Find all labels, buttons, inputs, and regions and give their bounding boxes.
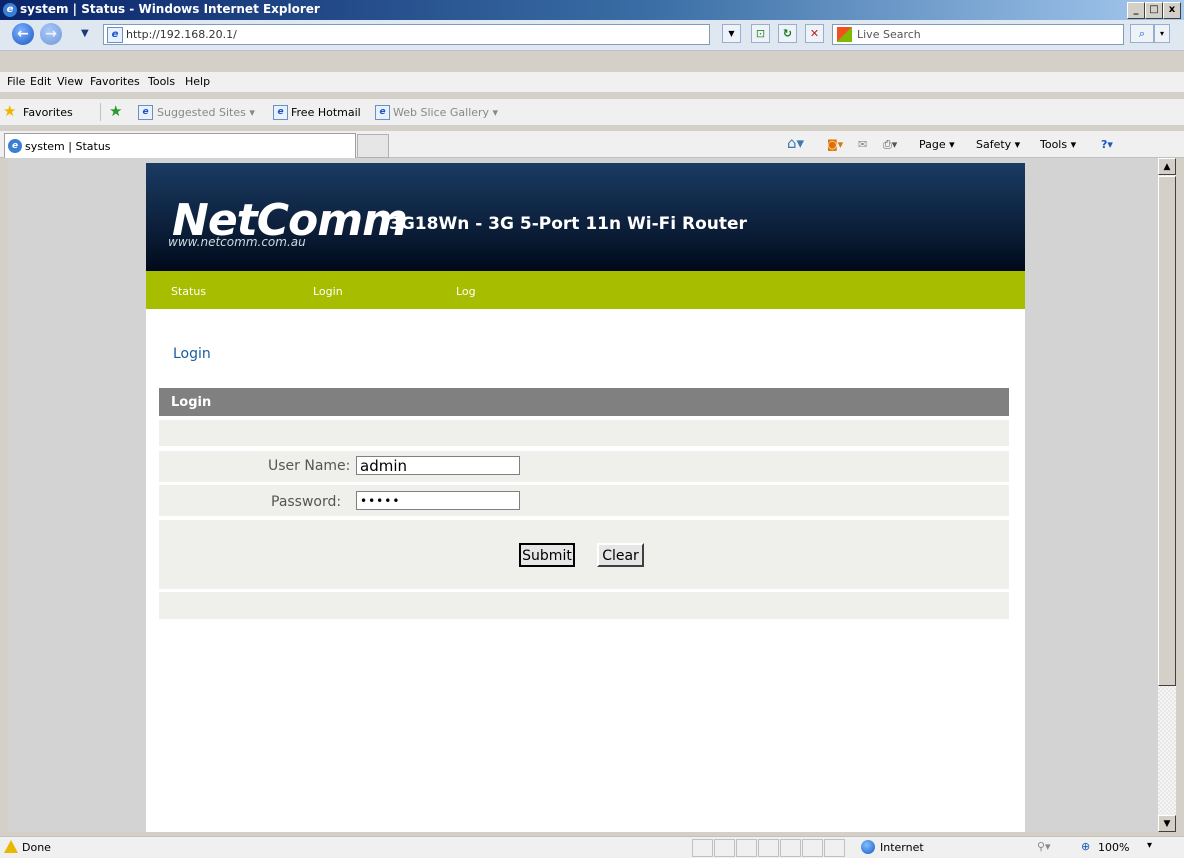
scroll-up-icon[interactable]: ▲ — [1158, 158, 1176, 175]
home-icon[interactable]: ⌂▾ — [787, 134, 804, 152]
status-segment — [758, 839, 779, 857]
nav-login[interactable]: Login — [313, 285, 343, 298]
live-search-icon — [837, 27, 852, 42]
refresh-icon[interactable]: ↻ — [778, 24, 797, 43]
add-favorites-icon[interactable]: ★ — [109, 102, 122, 120]
menu-tools[interactable]: Tools — [148, 75, 175, 88]
status-segment — [714, 839, 735, 857]
nav-log[interactable]: Log — [456, 285, 476, 298]
free-hotmail-link[interactable]: Free Hotmail — [291, 106, 361, 119]
warning-icon — [4, 840, 18, 853]
divider — [100, 103, 101, 121]
address-input[interactable]: e http://192.168.20.1/ — [103, 24, 710, 45]
zoom-level[interactable]: 100% — [1098, 841, 1129, 854]
search-go-icon[interactable]: ⌕ — [1130, 24, 1154, 43]
nav-status[interactable]: Status — [171, 285, 206, 298]
buttons-row — [159, 520, 1009, 589]
menu-edit[interactable]: Edit — [30, 75, 51, 88]
address-toolbar: ← → ▼ e http://192.168.20.1/ ▼ ⊡ ↻ ✕ Liv… — [0, 20, 1184, 51]
status-segment — [780, 839, 801, 857]
internet-zone-icon — [861, 840, 875, 854]
suggested-sites-icon: e — [138, 105, 153, 120]
maximize-button[interactable]: □ — [1145, 2, 1163, 19]
address-dropdown-icon[interactable]: ▼ — [722, 24, 741, 43]
menu-favorites[interactable]: Favorites — [90, 75, 140, 88]
password-input[interactable]: ••••• — [356, 491, 520, 510]
router-nav: Status Login Log — [146, 271, 1025, 309]
status-text: Done — [22, 841, 51, 854]
tab-ie-icon: e — [8, 139, 22, 153]
feeds-icon[interactable]: ◙▾ — [827, 138, 843, 151]
help-icon[interactable]: ?▾ — [1101, 138, 1113, 151]
router-banner: NetComm www.netcomm.com.au 3G18Wn - 3G 5… — [146, 163, 1025, 273]
clear-button[interactable]: Clear — [597, 543, 644, 567]
vertical-scrollbar[interactable]: ▲ ▼ — [1158, 158, 1176, 832]
form-footer-row — [159, 592, 1009, 619]
address-url: http://192.168.20.1/ — [126, 28, 237, 41]
login-form-title: Login — [171, 395, 212, 410]
page-icon: e — [107, 27, 123, 43]
page-menu[interactable]: Page ▾ — [919, 138, 955, 151]
hotmail-icon: e — [273, 105, 288, 120]
ie-icon: e — [3, 3, 17, 17]
menu-view[interactable]: View — [57, 75, 83, 88]
menu-file[interactable]: File — [7, 75, 25, 88]
password-label: Password: — [271, 494, 342, 510]
username-label: User Name: — [268, 458, 351, 474]
netcomm-logo-url: www.netcomm.com.au — [168, 235, 306, 249]
protected-mode-icon[interactable]: ⚲▾ — [1037, 840, 1051, 853]
tab-system-status[interactable]: e system | Status — [4, 133, 356, 158]
status-segment — [802, 839, 823, 857]
minimize-button[interactable]: _ — [1127, 2, 1145, 19]
recent-pages-dropdown-icon[interactable]: ▼ — [81, 28, 89, 39]
menu-bar: File Edit View Favorites Tools Help — [0, 72, 1184, 93]
favorites-star-icon: ★ — [3, 102, 17, 120]
back-icon[interactable]: ← — [12, 23, 34, 45]
security-zone[interactable]: Internet — [880, 841, 924, 854]
form-spacer-row — [159, 420, 1009, 446]
stop-icon[interactable]: ✕ — [805, 24, 824, 43]
safety-menu[interactable]: Safety ▾ — [976, 138, 1020, 151]
window-titlebar: e system | Status - Windows Internet Exp… — [0, 0, 1184, 20]
status-segment — [736, 839, 757, 857]
suggested-sites-link[interactable]: Suggested Sites ▾ — [157, 106, 255, 119]
compatibility-view-icon[interactable]: ⊡ — [751, 24, 770, 43]
print-icon[interactable]: ⎙▾ — [883, 138, 897, 152]
forward-icon[interactable]: → — [40, 23, 62, 45]
submit-button[interactable]: Submit — [519, 543, 575, 567]
new-tab-button[interactable] — [357, 134, 389, 158]
zoom-icon: ⊕ — [1081, 840, 1091, 853]
zoom-dropdown-icon[interactable]: ▾ — [1147, 840, 1152, 851]
page-heading: Login — [173, 346, 211, 362]
status-segment — [824, 839, 845, 857]
scroll-thumb[interactable] — [1158, 176, 1176, 686]
web-slice-gallery-link[interactable]: Web Slice Gallery ▾ — [393, 106, 498, 119]
web-slice-icon: e — [375, 105, 390, 120]
close-button[interactable]: x — [1163, 2, 1181, 19]
tools-menu[interactable]: Tools ▾ — [1040, 138, 1076, 151]
status-bar: Done Internet ⚲▾ ⊕ 100% ▾ — [0, 836, 1184, 858]
search-input[interactable]: Live Search — [832, 24, 1124, 45]
window-title: system | Status - Windows Internet Explo… — [20, 2, 320, 16]
tab-label: system | Status — [25, 140, 111, 153]
username-input[interactable]: admin — [356, 456, 520, 475]
mail-icon[interactable]: ✉ — [858, 138, 867, 151]
search-placeholder: Live Search — [857, 28, 921, 41]
menu-help[interactable]: Help — [185, 75, 210, 88]
scroll-down-icon[interactable]: ▼ — [1158, 815, 1176, 832]
favorites-button[interactable]: Favorites — [23, 106, 73, 119]
login-form-header: Login — [159, 388, 1009, 416]
product-title: 3G18Wn - 3G 5-Port 11n Wi-Fi Router — [389, 214, 747, 234]
search-options-icon[interactable]: ▾ — [1154, 24, 1170, 43]
status-segment — [692, 839, 713, 857]
favorites-bar: ★ Favorites ★ e Suggested Sites ▾ e Free… — [0, 99, 1184, 126]
